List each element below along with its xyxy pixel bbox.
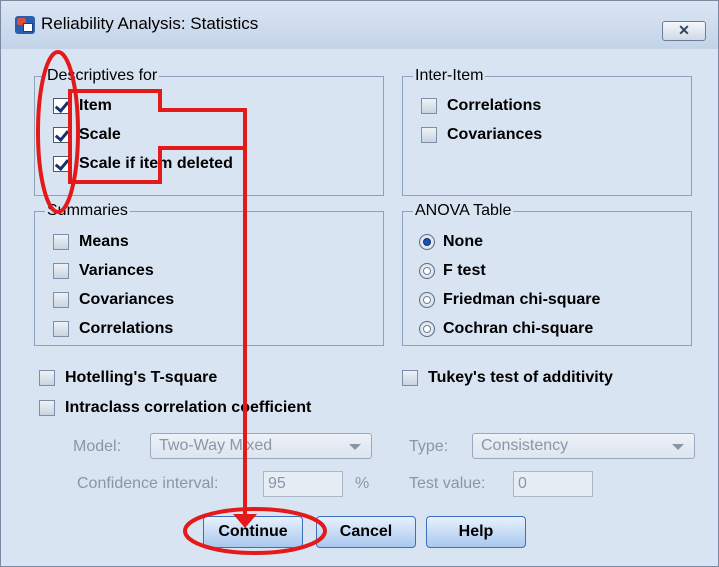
checkbox-covariances[interactable] <box>53 292 69 308</box>
inter-item-covariances-label: Covariances <box>447 126 543 143</box>
close-button[interactable]: ✕ <box>662 21 706 41</box>
checkbox-scale-if-deleted[interactable] <box>53 156 69 172</box>
tukey-checkbox[interactable]: Tukey's test of additivity <box>402 369 613 387</box>
type-dropdown[interactable]: Consistency <box>472 433 695 459</box>
anova-cochran-label: Cochran chi-square <box>443 320 594 337</box>
test-value-input[interactable]: 0 <box>513 471 593 497</box>
checkbox-variances[interactable] <box>53 263 69 279</box>
descriptives-item-checkbox[interactable]: Item <box>53 97 112 115</box>
checkbox-correlations[interactable] <box>53 321 69 337</box>
test-value-label: Test value: <box>409 475 486 492</box>
cancel-button[interactable]: Cancel <box>316 516 416 548</box>
model-label: Model: <box>73 438 122 455</box>
anova-ftest-radio[interactable]: F test <box>419 262 486 280</box>
radio-friedman[interactable] <box>419 292 435 308</box>
summaries-group-title: Summaries <box>45 202 130 220</box>
checkbox-inter-correlations[interactable] <box>421 98 437 114</box>
confidence-interval-label: Confidence interval: <box>77 475 219 492</box>
model-dropdown[interactable]: Two-Way Mixed <box>150 433 372 459</box>
descriptives-scale-label: Scale <box>79 126 121 143</box>
summaries-variances-label: Variances <box>79 262 154 279</box>
summaries-means-checkbox[interactable]: Means <box>53 233 129 251</box>
descriptives-scale-if-deleted-label: Scale if item deleted <box>79 155 233 172</box>
confidence-unit: % <box>355 475 370 492</box>
anova-none-label: None <box>443 233 483 250</box>
inter-item-covariances-checkbox[interactable]: Covariances <box>421 126 542 144</box>
anova-friedman-label: Friedman chi-square <box>443 291 601 308</box>
checkbox-intraclass[interactable] <box>39 400 55 416</box>
window-title: Reliability Analysis: Statistics <box>41 14 259 33</box>
checkbox-tukey[interactable] <box>402 370 418 386</box>
checkbox-scale[interactable] <box>53 127 69 143</box>
title-bar: Reliability Analysis: Statistics ✕ <box>1 1 718 49</box>
summaries-correlations-label: Correlations <box>79 320 174 337</box>
help-button[interactable]: Help <box>426 516 526 548</box>
descriptives-group-title: Descriptives for <box>45 67 160 85</box>
anova-cochran-radio[interactable]: Cochran chi-square <box>419 320 593 338</box>
summaries-variances-checkbox[interactable]: Variances <box>53 262 154 280</box>
intraclass-checkbox[interactable]: Intraclass correlation coefficient <box>39 399 311 417</box>
descriptives-scale-if-deleted-checkbox[interactable]: Scale if item deleted <box>53 155 233 173</box>
inter-item-group-title: Inter-Item <box>413 67 486 85</box>
intraclass-label: Intraclass correlation coefficient <box>65 399 312 416</box>
summaries-correlations-checkbox[interactable]: Correlations <box>53 320 173 338</box>
checkbox-inter-covariances[interactable] <box>421 127 437 143</box>
confidence-interval-input[interactable]: 95 <box>263 471 343 497</box>
checkbox-hotelling[interactable] <box>39 370 55 386</box>
summaries-means-label: Means <box>79 233 129 250</box>
radio-cochran[interactable] <box>419 321 435 337</box>
tukey-label: Tukey's test of additivity <box>428 369 613 386</box>
hotelling-label: Hotelling's T-square <box>65 369 218 386</box>
inter-item-correlations-label: Correlations <box>447 97 542 114</box>
chevron-down-icon <box>349 444 361 450</box>
checkbox-item[interactable] <box>53 98 69 114</box>
spss-app-icon <box>15 16 35 34</box>
radio-ftest[interactable] <box>419 263 435 279</box>
anova-friedman-radio[interactable]: Friedman chi-square <box>419 291 600 309</box>
type-label: Type: <box>409 438 449 455</box>
descriptives-scale-checkbox[interactable]: Scale <box>53 126 121 144</box>
type-value: Consistency <box>481 437 569 454</box>
dialog-body: Descriptives for Item Scale Scale if ite… <box>9 49 710 558</box>
inter-item-correlations-checkbox[interactable]: Correlations <box>421 97 541 115</box>
model-value: Two-Way Mixed <box>159 437 273 454</box>
summaries-covariances-checkbox[interactable]: Covariances <box>53 291 174 309</box>
reliability-statistics-dialog: Reliability Analysis: Statistics ✕ Descr… <box>0 0 719 567</box>
hotelling-checkbox[interactable]: Hotelling's T-square <box>39 369 217 387</box>
chevron-down-icon <box>672 444 684 450</box>
anova-none-radio[interactable]: None <box>419 233 483 251</box>
anova-group-title: ANOVA Table <box>413 202 514 220</box>
radio-none[interactable] <box>419 234 435 250</box>
summaries-covariances-label: Covariances <box>79 291 175 308</box>
checkbox-means[interactable] <box>53 234 69 250</box>
descriptives-item-label: Item <box>79 97 112 114</box>
anova-ftest-label: F test <box>443 262 486 279</box>
continue-button[interactable]: Continue <box>203 516 303 548</box>
